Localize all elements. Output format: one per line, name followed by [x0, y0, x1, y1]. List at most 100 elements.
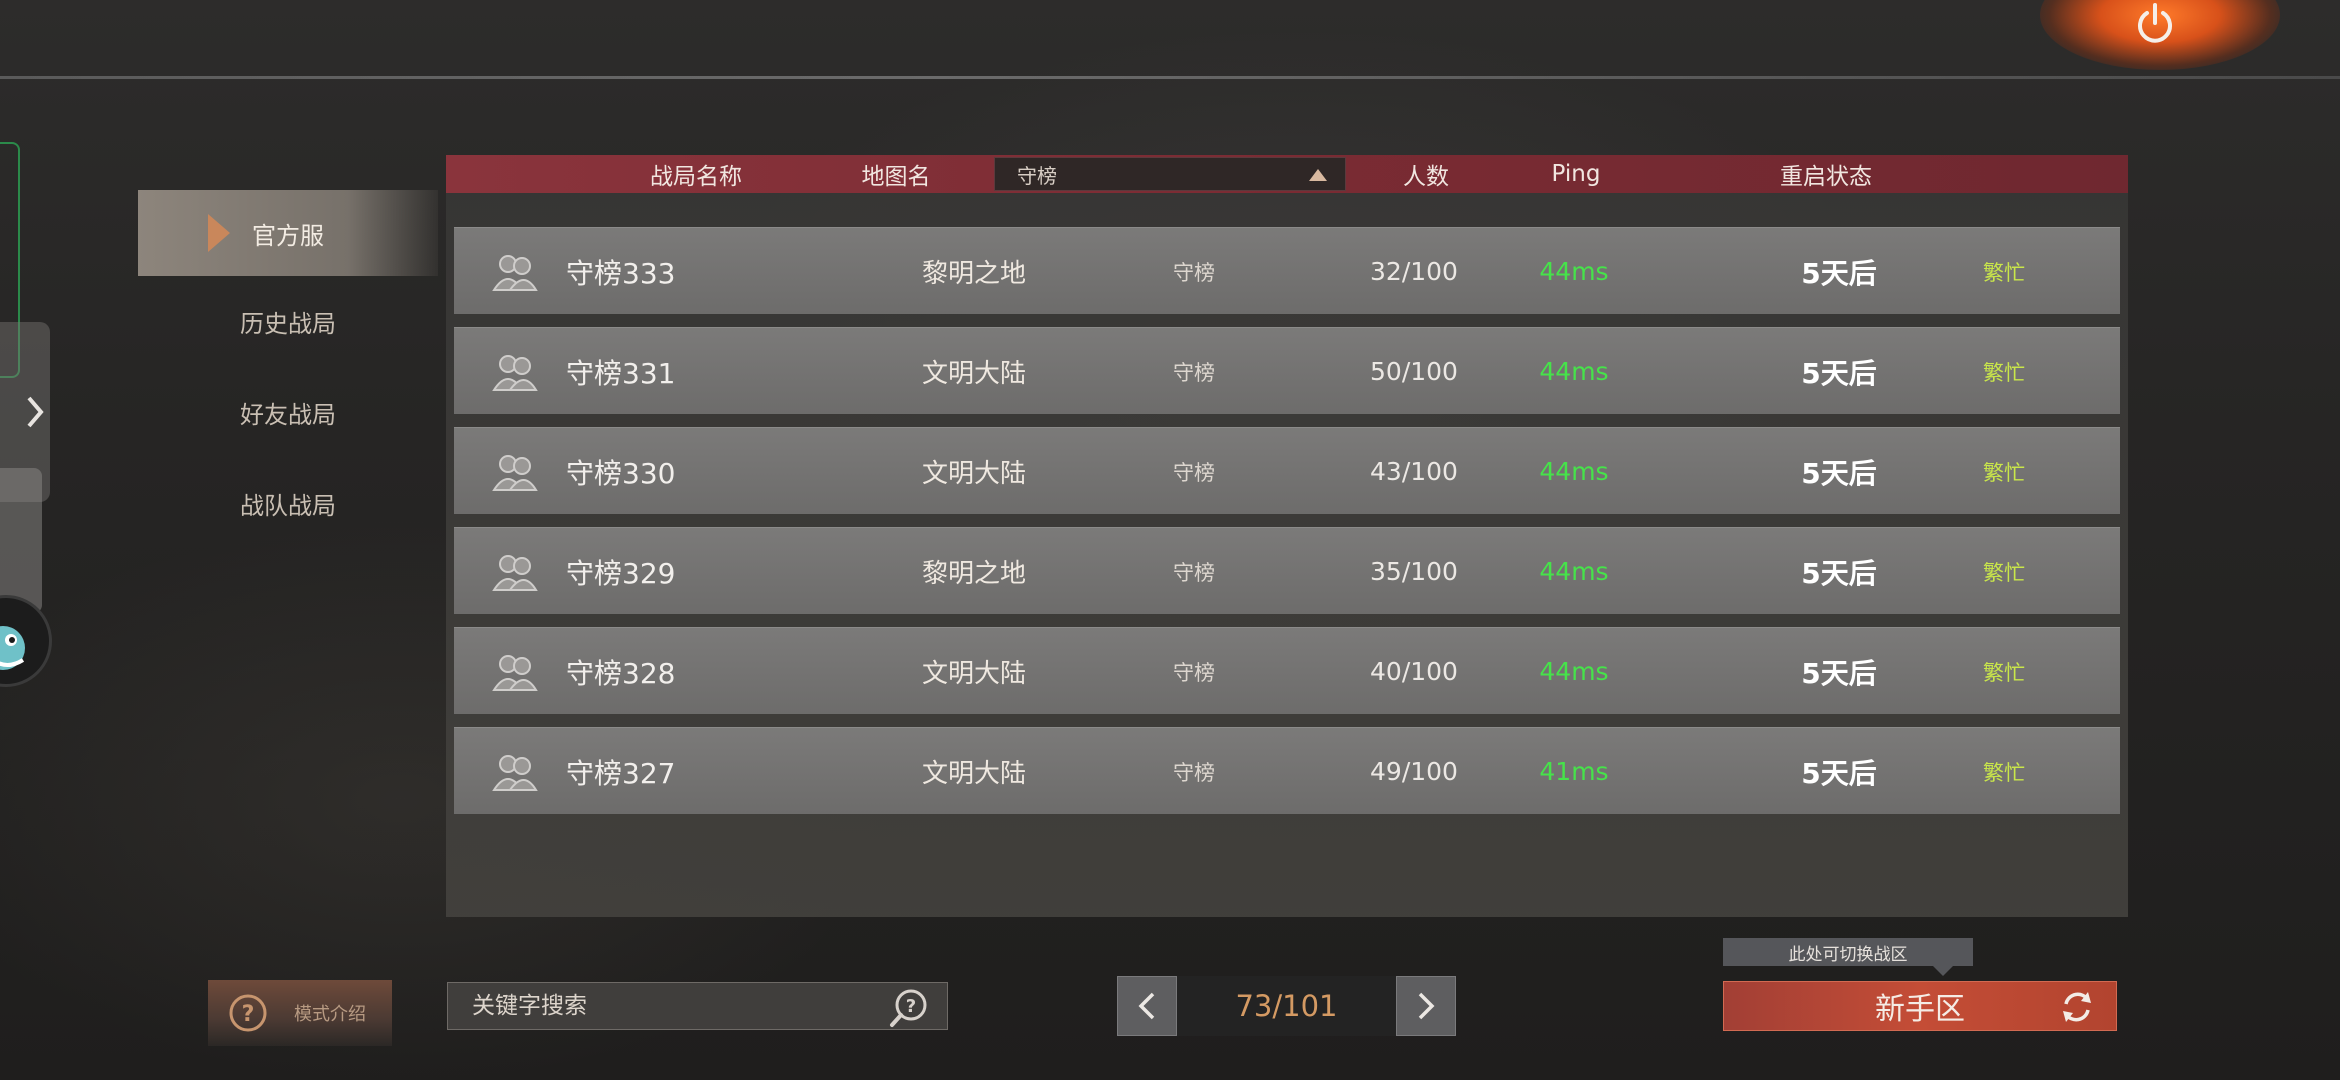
mode-filter-value: 守榜: [1017, 163, 1057, 188]
avatar-character-icon: [0, 626, 25, 670]
status-badge: 繁忙: [1983, 360, 2025, 385]
reset-time: 5天后: [1801, 556, 1877, 590]
page-indicator: 73/101: [1177, 976, 1396, 1036]
status-badge: 繁忙: [1983, 260, 2025, 285]
table-row[interactable]: 守榜333 黎明之地 守榜 32/100 44ms 5天后 繁忙: [454, 227, 2120, 314]
mode-name: 守榜: [1173, 760, 1215, 785]
ping-value: 44ms: [1539, 457, 1609, 486]
svg-text:?: ?: [906, 996, 916, 1017]
help-icon: ?: [229, 994, 267, 1032]
sidebar-item-label: 战队战局: [240, 492, 336, 520]
power-icon: [2138, 3, 2172, 43]
chevron-left-icon: [1138, 992, 1155, 1020]
mode-filter-select[interactable]: 守榜: [994, 157, 1346, 191]
ping-value: 44ms: [1539, 357, 1609, 386]
users-icon: [490, 628, 540, 715]
status-badge: 繁忙: [1983, 460, 2025, 485]
sidebar-item-label: 历史战局: [240, 310, 336, 338]
sidebar-item-label: 官方服: [252, 221, 324, 250]
header-reset: 重启状态: [1780, 164, 1872, 190]
map-name: 文明大陆: [921, 359, 1026, 389]
header-name: 战局名称: [650, 164, 742, 190]
player-count: 32/100: [1370, 257, 1458, 286]
mode-name: 守榜: [1173, 460, 1215, 485]
mode-intro-label: 模式介绍: [294, 1004, 366, 1025]
users-icon: [490, 528, 540, 615]
users-icon: [490, 728, 540, 815]
map-name: 文明大陆: [921, 459, 1026, 489]
player-count: 35/100: [1370, 557, 1458, 586]
chevron-right-icon: [27, 396, 44, 428]
sidebar: 官方服 历史战局 好友战局 战队战局: [138, 190, 438, 549]
zone-switch-tooltip: 此处可切换战区: [1723, 938, 1973, 976]
chevron-right-icon: [1418, 992, 1435, 1020]
users-icon: [490, 428, 540, 515]
table-row[interactable]: 守榜328 文明大陆 守榜 40/100 44ms 5天后 繁忙: [454, 627, 2120, 714]
users-icon: [490, 228, 540, 315]
ping-value: 44ms: [1539, 257, 1609, 286]
server-list: 战局名称 地图名 守榜 人数 Ping 重启状态 守榜333 黎明之地 守榜 3…: [446, 155, 2128, 917]
table-row[interactable]: 守榜327 文明大陆 守榜 49/100 41ms 5天后 繁忙: [454, 727, 2120, 814]
map-name: 黎明之地: [921, 259, 1026, 289]
sidebar-item-team[interactable]: 战队战局: [138, 458, 438, 549]
sidebar-item-friends[interactable]: 好友战局: [138, 367, 438, 458]
status-badge: 繁忙: [1983, 660, 2025, 685]
edge-panel: [0, 468, 42, 613]
svg-text:?: ?: [242, 1002, 255, 1027]
ping-value: 44ms: [1539, 657, 1609, 686]
zone-switch-button[interactable]: 新手区: [1723, 981, 2117, 1031]
search-button[interactable]: ?: [887, 987, 929, 1029]
mode-intro-button[interactable]: ? 模式介绍: [208, 980, 392, 1046]
table-row[interactable]: 守榜329 黎明之地 守榜 35/100 44ms 5天后 繁忙: [454, 527, 2120, 614]
caret-up-icon: [1309, 169, 1327, 181]
active-arrow-icon: [208, 214, 230, 252]
pagination: 73/101: [1117, 976, 1456, 1036]
player-count: 43/100: [1370, 457, 1458, 486]
reset-time: 5天后: [1801, 656, 1877, 690]
player-count: 40/100: [1370, 657, 1458, 686]
reset-time: 5天后: [1801, 756, 1877, 790]
users-icon: [490, 328, 540, 415]
next-page-button[interactable]: [1396, 976, 1456, 1036]
reset-time: 5天后: [1801, 456, 1877, 490]
header-players: 人数: [1403, 164, 1449, 190]
server-name: 守榜333: [566, 256, 676, 290]
mode-name: 守榜: [1173, 560, 1215, 585]
search-input[interactable]: [448, 993, 868, 1019]
server-name: 守榜330: [566, 456, 676, 490]
player-count: 50/100: [1370, 357, 1458, 386]
map-name: 黎明之地: [921, 559, 1026, 589]
server-name: 守榜329: [566, 556, 676, 590]
sidebar-item-label: 好友战局: [240, 401, 336, 429]
status-badge: 繁忙: [1983, 560, 2025, 585]
zone-label: 新手区: [1875, 992, 1965, 1027]
status-badge: 繁忙: [1983, 760, 2025, 785]
mode-name: 守榜: [1173, 360, 1215, 385]
swap-icon: [2063, 992, 2091, 1022]
player-count: 49/100: [1370, 757, 1458, 786]
map-name: 文明大陆: [921, 659, 1026, 689]
header-map: 地图名: [861, 164, 931, 190]
sidebar-item-history[interactable]: 历史战局: [138, 276, 438, 367]
ping-value: 41ms: [1539, 757, 1609, 786]
table-row[interactable]: 守榜330 文明大陆 守榜 43/100 44ms 5天后 繁忙: [454, 427, 2120, 514]
mode-name: 守榜: [1173, 260, 1215, 285]
table-header: 战局名称 地图名 守榜 人数 Ping 重启状态: [446, 155, 2128, 193]
ping-value: 44ms: [1539, 557, 1609, 586]
power-button[interactable]: [2130, 0, 2180, 50]
mode-name: 守榜: [1173, 660, 1215, 685]
header-divider: [0, 76, 2340, 79]
header-ping: Ping: [1551, 161, 1601, 187]
server-name: 守榜328: [566, 656, 676, 690]
sidebar-item-official[interactable]: 官方服: [138, 190, 438, 276]
server-name: 守榜327: [566, 756, 676, 790]
table-row[interactable]: 守榜331 文明大陆 守榜 50/100 44ms 5天后 繁忙: [454, 327, 2120, 414]
server-name: 守榜331: [566, 356, 676, 390]
reset-time: 5天后: [1801, 256, 1877, 290]
reset-time: 5天后: [1801, 356, 1877, 390]
map-name: 文明大陆: [921, 759, 1026, 789]
prev-page-button[interactable]: [1117, 976, 1177, 1036]
search-icon: ?: [890, 989, 927, 1027]
avatar[interactable]: [0, 595, 52, 687]
search-box: ?: [447, 982, 948, 1030]
